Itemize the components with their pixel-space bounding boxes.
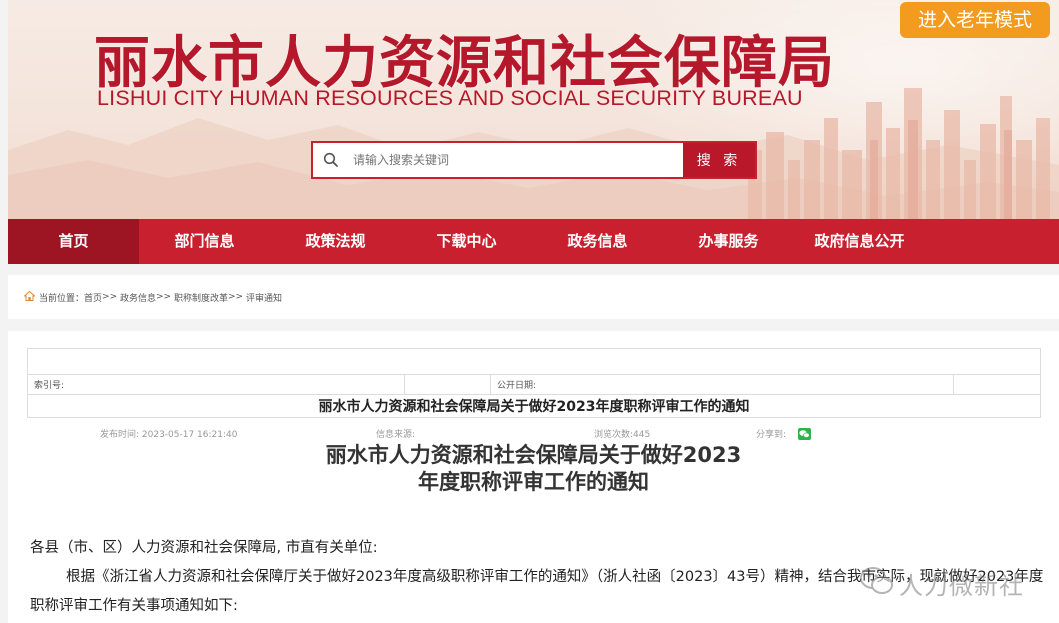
breadcrumb-prefix: 当前位置： <box>39 293 85 304</box>
article-meta-table: 索引号: 公开日期: 丽水市人力资源和社会保障局关于做好2023年度职称评审工作… <box>27 348 1041 418</box>
breadcrumb: 当前位置： 首页 >> 政务信息 >> 职称制度改革 >> 评审通知 <box>8 275 1059 319</box>
breadcrumb-separator: >> <box>228 292 244 302</box>
main-nav: 首页 部门信息 政策法规 下载中心 政务信息 办事服务 政府信息公开 <box>8 219 1059 264</box>
share-label: 分享到: <box>756 430 787 440</box>
breadcrumb-title-reform[interactable]: 职称制度改革 <box>174 291 228 304</box>
search-button[interactable]: 搜 索 <box>683 143 755 177</box>
article-title: 丽水市人力资源和社会保障局关于做好2023 年度职称评审工作的通知 <box>8 442 1059 496</box>
breadcrumb-review-notice[interactable]: 评审通知 <box>246 291 282 304</box>
meta-open-date-label: 公开日期: <box>490 374 954 395</box>
nav-item-policy[interactable]: 政策法规 <box>270 219 401 264</box>
site-subtitle: LISHUI CITY HUMAN RESOURCES AND SOCIAL S… <box>97 86 803 110</box>
site-header: 丽水市人力资源和社会保障局 LISHUI CITY HUMAN RESOURCE… <box>8 0 1059 219</box>
meta-doc-title: 丽水市人力资源和社会保障局关于做好2023年度职称评审工作的通知 <box>27 394 1041 418</box>
meta-index-label: 索引号: <box>27 374 405 395</box>
breadcrumb-gov-info[interactable]: 政务信息 <box>120 291 156 304</box>
search-bar: 搜 索 <box>311 141 757 179</box>
nav-item-home[interactable]: 首页 <box>8 219 139 264</box>
info-source: 信息来源: <box>376 430 416 440</box>
publish-time: 发布时间: 2023-05-17 16:21:40 <box>100 430 238 440</box>
nav-item-services[interactable]: 办事服务 <box>663 219 794 264</box>
search-icon <box>313 143 349 177</box>
meta-open-date-value <box>953 374 1041 395</box>
article-title-line1: 丽水市人力资源和社会保障局关于做好2023 <box>325 443 742 467</box>
meta-index-value <box>404 374 491 395</box>
home-icon <box>23 290 36 304</box>
breadcrumb-separator: >> <box>156 292 172 302</box>
view-count: 浏览次数:445 <box>594 430 651 440</box>
article-title-line2: 年度职称评审工作的通知 <box>418 470 649 494</box>
nav-item-download[interactable]: 下载中心 <box>401 219 532 264</box>
nav-item-gov-affairs[interactable]: 政务信息 <box>532 219 663 264</box>
breadcrumb-home[interactable]: 首页 <box>84 291 102 304</box>
search-input[interactable] <box>349 143 683 177</box>
nav-item-department[interactable]: 部门信息 <box>139 219 270 264</box>
meta-blank-row <box>27 348 1041 375</box>
article-paragraph: 根据《浙江省人力资源和社会保障厅关于做好2023年度高级职称评审工作的通知》（浙… <box>30 569 1044 614</box>
article-salutation: 各县（市、区）人力资源和社会保障局, 市直有关单位: <box>30 540 378 556</box>
nav-item-info-disclosure[interactable]: 政府信息公开 <box>794 219 925 264</box>
elder-mode-button[interactable]: 进入老年模式 <box>900 2 1050 38</box>
article-panel: 索引号: 公开日期: 丽水市人力资源和社会保障局关于做好2023年度职称评审工作… <box>8 331 1059 623</box>
breadcrumb-separator: >> <box>102 292 118 302</box>
